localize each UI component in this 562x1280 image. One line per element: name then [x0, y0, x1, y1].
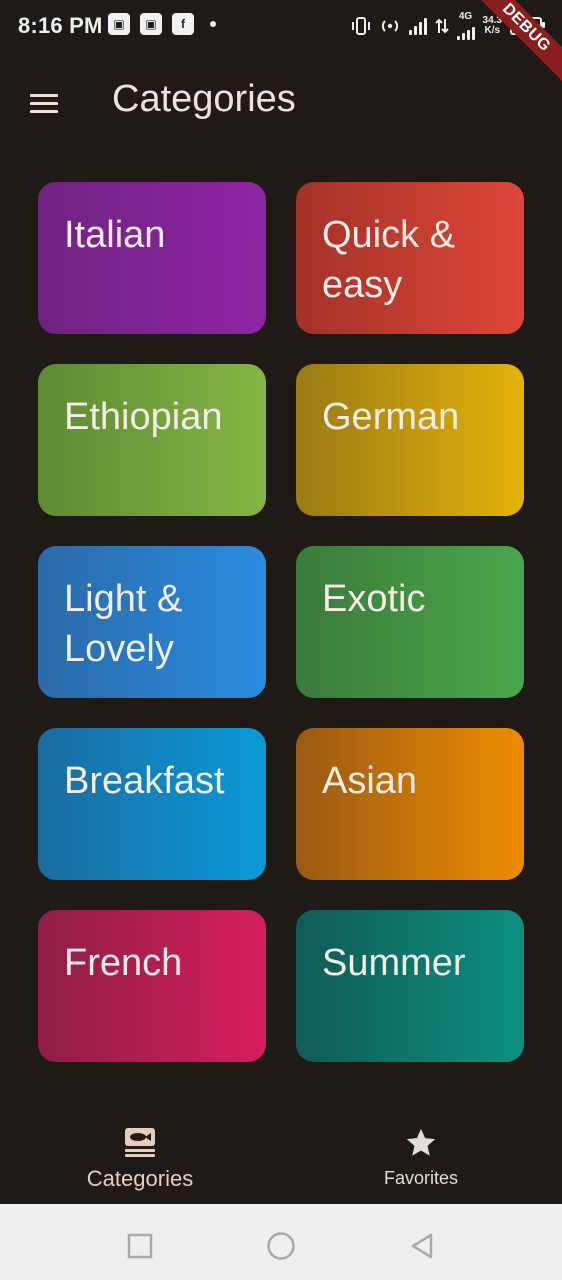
back-triangle-icon — [411, 1233, 433, 1259]
recents-square-icon — [127, 1233, 153, 1259]
facebook-icon: f — [172, 13, 194, 35]
set-meal-icon — [125, 1128, 155, 1157]
category-tile-ethiopian[interactable]: Ethiopian — [38, 364, 266, 516]
category-label: Light & Lovely — [64, 578, 183, 670]
bottom-navigation: Categories Favorites — [0, 1110, 562, 1204]
category-grid: Italian Quick & easy Ethiopian German Li… — [38, 182, 524, 1062]
system-navigation-bar — [0, 1204, 562, 1280]
category-label: Asian — [322, 760, 418, 802]
category-label: Exotic — [322, 578, 426, 620]
category-tile-french[interactable]: French — [38, 910, 266, 1062]
status-time: 8:16 PM — [18, 13, 103, 38]
category-tile-breakfast[interactable]: Breakfast — [38, 728, 266, 880]
category-label: Quick & easy — [322, 214, 456, 306]
category-tile-quick-easy[interactable]: Quick & easy — [296, 182, 524, 334]
category-label: German — [322, 396, 460, 438]
network-type-text: 4G — [458, 11, 473, 22]
category-label: Summer — [322, 942, 466, 984]
app-badge-icon: ▣ — [140, 13, 162, 35]
network-type: 4G — [456, 11, 475, 40]
nav-label-favorites: Favorites — [383, 1168, 459, 1188]
back-button[interactable] — [402, 1226, 442, 1266]
category-tile-asian[interactable]: Asian — [296, 728, 524, 880]
hotspot-icon — [379, 17, 401, 35]
category-label: Italian — [64, 214, 166, 256]
category-tile-summer[interactable]: Summer — [296, 910, 524, 1062]
category-tile-exotic[interactable]: Exotic — [296, 546, 524, 698]
category-tile-light-lovely[interactable]: Light & Lovely — [38, 546, 266, 698]
hamburger-menu-icon — [30, 94, 58, 114]
vibrate-icon — [351, 17, 371, 35]
recents-button[interactable] — [120, 1226, 160, 1266]
category-tile-italian[interactable]: Italian — [38, 182, 266, 334]
nav-item-favorites[interactable]: Favorites — [321, 1126, 521, 1206]
menu-button[interactable] — [22, 82, 66, 126]
signal-strength-icon — [408, 17, 427, 35]
star-icon — [406, 1128, 436, 1156]
nav-item-categories[interactable]: Categories — [40, 1126, 240, 1206]
status-bar: 8:16 PM ▣ ▣ f 4G 34.3 K/s DEBUG — [0, 0, 562, 94]
app-bar: Categories — [0, 56, 562, 148]
category-label: Breakfast — [64, 760, 225, 802]
signal-strength-icon-2 — [456, 22, 475, 40]
dot-icon — [210, 21, 216, 27]
category-label: Ethiopian — [64, 396, 223, 438]
nav-label-categories: Categories — [86, 1166, 194, 1191]
category-label: French — [64, 942, 183, 984]
app-badge-icon: ▣ — [108, 13, 130, 35]
home-circle-icon — [267, 1232, 295, 1260]
page-title: Categories — [112, 78, 296, 120]
speed-unit: K/s — [484, 25, 501, 36]
category-tile-german[interactable]: German — [296, 364, 524, 516]
data-arrows-icon — [434, 17, 449, 35]
status-left-icons: ▣ ▣ f — [108, 13, 216, 35]
home-button[interactable] — [261, 1226, 301, 1266]
